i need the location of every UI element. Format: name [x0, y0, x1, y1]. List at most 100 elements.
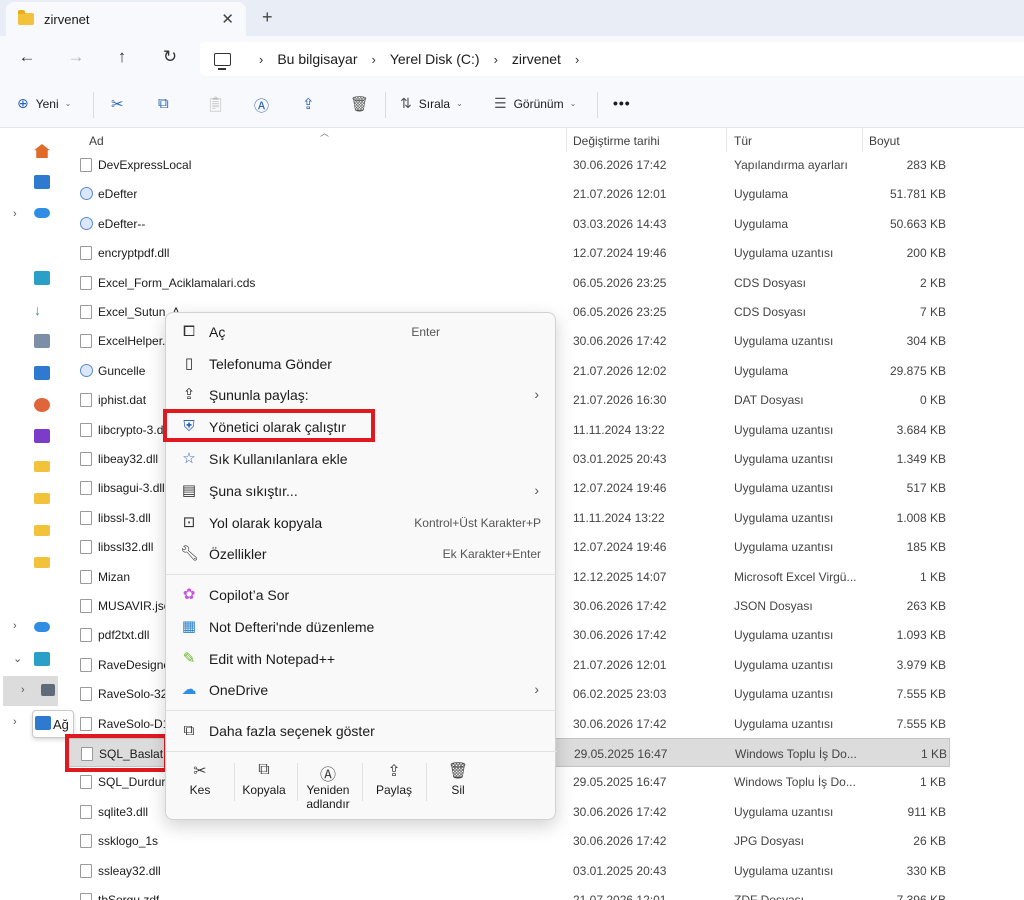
- sort-label: Sırala: [418, 96, 451, 111]
- table-row[interactable]: eDefter-- 03.03.2026 14:43 Uygulama 50.663 …: [66, 209, 950, 238]
- copy-button[interactable]: ⧉ Kopyala: [233, 761, 295, 797]
- address-bar[interactable]: › Bu bilgisayar › Yerel Disk (C:) › zirv…: [200, 42, 1024, 76]
- file-icon: [80, 716, 92, 731]
- column-header-name[interactable]: Ad: [89, 134, 104, 148]
- chevron-right-icon[interactable]: ›: [13, 208, 17, 220]
- delete-button[interactable]: 🗑︎ Sil: [427, 761, 489, 797]
- menu-item-notepad-edit[interactable]: ▦ Not Defteri'nde düzenleme: [166, 612, 557, 642]
- file-date: 06.02.2025 23:03: [573, 687, 667, 702]
- column-header-date[interactable]: Değiştirme tarihi: [573, 134, 660, 148]
- pictures-icon[interactable]: [34, 366, 50, 380]
- tab-zirvenet[interactable]: zirvenet ✕: [6, 2, 246, 36]
- share-icon[interactable]: ⇪: [302, 95, 315, 113]
- sidebar-item-local-disk[interactable]: ›: [3, 676, 58, 706]
- chevron-right-icon[interactable]: ›: [21, 684, 25, 696]
- menu-item-copilot[interactable]: ✿ Copilot’a Sor: [166, 580, 557, 610]
- forward-button[interactable]: →: [64, 47, 88, 67]
- menu-item-more-options[interactable]: ⧉ Daha fazla seçenek göster: [166, 716, 557, 746]
- menu-item-share-with[interactable]: ⇪ Şununla paylaş: ›: [166, 380, 557, 410]
- table-row[interactable]: DevExpressLocal 30.06.2026 17:42 Yapılandı…: [66, 150, 950, 179]
- file-type: Windows Toplu İş Do...: [735, 747, 857, 761]
- delete-icon[interactable]: 🗑︎: [350, 95, 369, 113]
- cut-icon[interactable]: ✂: [111, 95, 124, 113]
- breadcrumb-this-pc[interactable]: Bu bilgisayar: [277, 51, 357, 67]
- chevron-right-icon[interactable]: ›: [13, 620, 17, 632]
- table-row[interactable]: tbSorgu.zdf 21.07.2026 12:01 ZDF Dosyası 7.…: [66, 885, 950, 900]
- chevron-right-icon[interactable]: ›: [13, 716, 17, 728]
- navigation-pane: › ↓ › ⌄ › ›: [0, 128, 58, 900]
- column-divider[interactable]: [862, 128, 863, 152]
- file-name: Mizan: [98, 569, 131, 584]
- menu-item-open[interactable]: ⧠ Aç Enter: [166, 317, 557, 347]
- folder-icon[interactable]: [34, 493, 50, 504]
- rename-button[interactable]: Ⓐ Yeniden adlandır: [297, 761, 359, 811]
- view-button[interactable]: ☰ Görünüm ⌄: [494, 95, 576, 112]
- table-row[interactable]: Excel_Form_Aciklamalari.cds 06.05.2026 23…: [66, 268, 950, 297]
- menu-item-properties[interactable]: 🔧︎ Özellikler Ek Karakter+Enter: [166, 539, 557, 569]
- videos-icon[interactable]: [34, 429, 50, 443]
- folder-icon[interactable]: [34, 461, 50, 472]
- sort-button[interactable]: ⇅ Sırala ⌄: [400, 95, 463, 112]
- chevron-right-icon[interactable]: ›: [575, 52, 579, 67]
- paste-icon[interactable]: 📋︎: [206, 95, 225, 113]
- folder-icon[interactable]: [34, 525, 50, 536]
- menu-item-notepadpp[interactable]: ✎ Edit with Notepad++: [166, 644, 557, 674]
- menu-item-compress[interactable]: ▤ Şuna sıkıştır... ›: [166, 476, 557, 506]
- onedrive-icon[interactable]: [34, 622, 50, 632]
- refresh-button[interactable]: ↻: [158, 47, 182, 67]
- phone-icon: ▯: [184, 355, 194, 372]
- menu-item-add-favorites[interactable]: ☆ Sık Kullanılanlara ekle: [166, 444, 557, 474]
- breadcrumb-local-disk[interactable]: Yerel Disk (C:): [390, 51, 480, 67]
- new-tab-button[interactable]: +: [262, 7, 273, 28]
- desktop-icon[interactable]: [34, 271, 50, 285]
- home-icon[interactable]: [34, 144, 50, 158]
- file-type: JPG Dosyası: [734, 834, 805, 849]
- file-name: MUSAVIR.jso: [98, 599, 171, 613]
- music-icon[interactable]: [34, 398, 50, 412]
- table-row[interactable]: ssklogo_1s 30.06.2026 17:42 JPG Dosyası 26 …: [66, 826, 950, 855]
- copy-icon[interactable]: ⧉: [158, 95, 169, 112]
- file-size: 7 KB: [919, 305, 946, 319]
- sort-icon: ⇅: [400, 95, 412, 111]
- table-row[interactable]: ssleay32.dll 03.01.2025 20:43 Uygulama uza…: [66, 856, 950, 885]
- table-row[interactable]: encryptpdf.dll 12.07.2024 19:46 Uygulama u…: [66, 238, 950, 267]
- column-header-type[interactable]: Tür: [734, 134, 752, 148]
- share-button[interactable]: ⇪ Paylaş: [363, 761, 425, 797]
- breadcrumb-zirvenet[interactable]: zirvenet: [512, 51, 561, 67]
- command-bar: ⊕ Yeni ⌄ ✂ ⧉ 📋︎ Ⓐ ⇪ 🗑︎ ⇅ Sırala ⌄ ☰ Görü…: [0, 82, 1024, 128]
- chevron-down-icon[interactable]: ⌄: [13, 652, 22, 665]
- new-button[interactable]: ⊕ Yeni ⌄: [17, 95, 71, 112]
- chevron-right-icon[interactable]: ›: [259, 52, 263, 67]
- file-name: Excel_Form_Aciklamalari.cds: [98, 275, 256, 290]
- menu-item-send-to-phone[interactable]: ▯ Telefonuma Gönder: [166, 349, 557, 379]
- file-icon: [80, 246, 92, 261]
- app-icon: [80, 187, 93, 201]
- file-size: 200 KB: [906, 246, 946, 261]
- column-divider[interactable]: [566, 128, 567, 152]
- chevron-down-icon: ⌄: [569, 99, 577, 108]
- folder-icon[interactable]: [34, 557, 50, 568]
- column-header-size[interactable]: Boyut: [869, 134, 900, 148]
- table-row[interactable]: eDefter 21.07.2026 12:01 Uygulama 51.781 KB: [66, 179, 950, 208]
- up-button[interactable]: ↑: [110, 47, 134, 67]
- file-icon: [80, 569, 92, 584]
- chevron-right-icon[interactable]: ›: [494, 52, 498, 67]
- file-icon: [80, 834, 92, 849]
- documents-icon[interactable]: [34, 334, 50, 348]
- rename-icon[interactable]: Ⓐ: [254, 95, 269, 116]
- more-options-button[interactable]: •••: [613, 95, 631, 111]
- downloads-icon[interactable]: ↓: [34, 303, 50, 317]
- this-pc-icon[interactable]: [34, 652, 50, 666]
- cut-button[interactable]: ✂ Kes: [169, 761, 231, 797]
- menu-item-onedrive[interactable]: ☁ OneDrive ›: [166, 675, 557, 705]
- gallery-icon[interactable]: [34, 175, 50, 189]
- back-button[interactable]: ←: [15, 47, 39, 67]
- chevron-right-icon[interactable]: ›: [372, 52, 376, 67]
- file-name: libsagui-3.dll: [98, 481, 165, 496]
- column-divider[interactable]: [726, 128, 727, 152]
- close-tab-button[interactable]: ✕: [221, 10, 234, 28]
- menu-item-copy-path[interactable]: ⊡ Yol olarak kopyala Kontrol+Üst Karakte…: [166, 508, 557, 538]
- onedrive-icon[interactable]: [34, 208, 50, 218]
- file-size: 283 KB: [906, 158, 946, 172]
- view-label: Görünüm: [513, 96, 564, 111]
